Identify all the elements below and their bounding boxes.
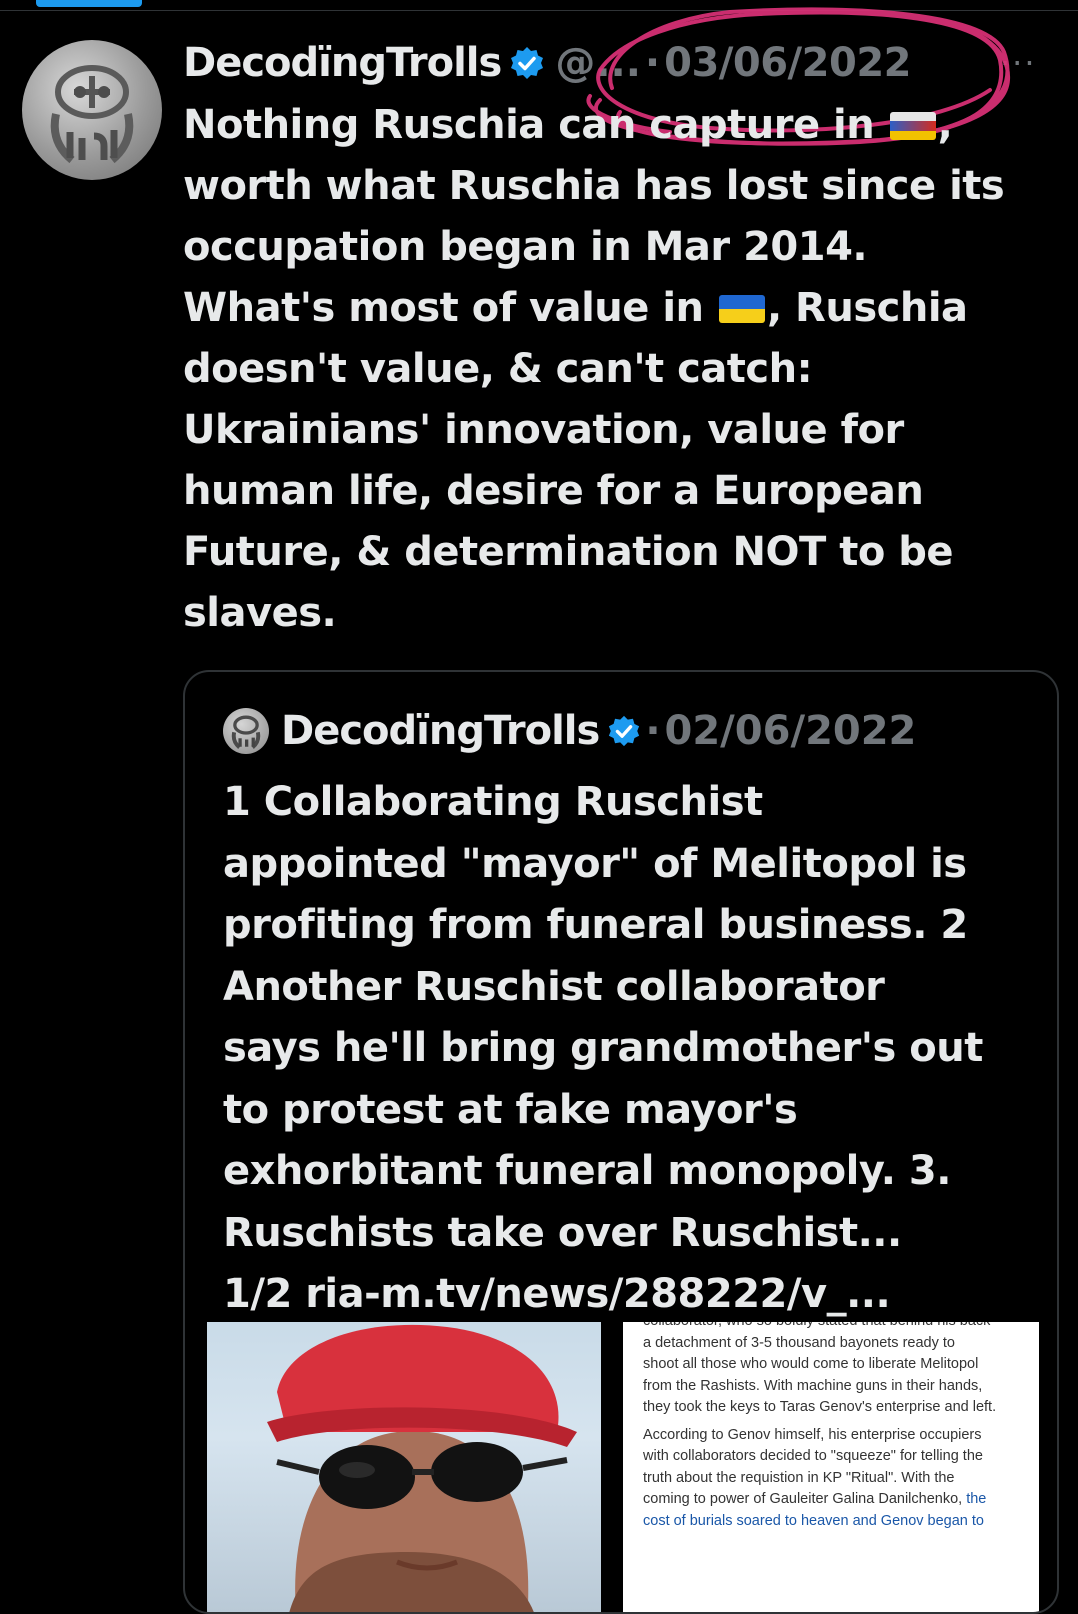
tweet-line: doesn't value, & can't catch: xyxy=(183,346,813,392)
tweet-line: occupation began in Mar 2014. xyxy=(183,224,868,270)
author-name[interactable]: DecodïngTrolls xyxy=(183,40,502,86)
article-line: According to Genov himself, his enterpri… xyxy=(643,1426,982,1443)
tweet-text: Nothing Ruschia can capture in , worth w… xyxy=(183,95,1053,644)
quoted-tweet-date: 02/06/2022 xyxy=(664,708,917,754)
quoted-tweet[interactable]: DecodïngTrolls · 02/06/2022 1 Collaborat… xyxy=(183,670,1059,1614)
tweet-line: What's most of value in , Ruschia xyxy=(183,285,968,331)
quoted-author-name: DecodïngTrolls xyxy=(281,708,600,754)
more-options-icon[interactable]: ··· xyxy=(1000,44,1037,82)
article-link[interactable]: the xyxy=(966,1491,986,1507)
flag-ukraine-russia-icon xyxy=(889,112,936,140)
separator-dot: · xyxy=(644,40,661,86)
photo-man-red-cap-icon xyxy=(267,1324,577,1612)
verified-badge-icon xyxy=(511,47,544,79)
tweet-line: human life, desire for a European xyxy=(183,468,924,514)
media-photo[interactable] xyxy=(207,1322,601,1612)
quoted-line: 1/2 ria-m.tv/news/288222/v_... xyxy=(223,1271,891,1317)
tab-indicator xyxy=(36,0,142,7)
quoted-line: to protest at fake mayor's xyxy=(223,1086,798,1133)
article-line: collaborator, who so boldly stated that … xyxy=(623,1322,1039,1333)
quoted-tweet-header: DecodïngTrolls · 02/06/2022 xyxy=(223,708,916,754)
flag-ukraine-icon xyxy=(718,295,765,323)
avatar[interactable] xyxy=(22,40,162,180)
quoted-line: Ruschists take over Ruschist... xyxy=(223,1209,902,1256)
tweet-line: Future, & determination NOT to be xyxy=(183,529,953,575)
quoted-line: says he'll bring grandmother's out xyxy=(223,1025,983,1071)
tweet-line: worth what Ruschia has lost since its xyxy=(183,163,1005,209)
logo-icon xyxy=(50,65,134,164)
article-line: a detachment of 3-5 thousand bayonets re… xyxy=(643,1334,955,1351)
separator-dot: · xyxy=(645,708,661,754)
tweet-date[interactable]: 03/06/2022 xyxy=(664,40,911,86)
logo-icon xyxy=(231,715,261,749)
article-link-line[interactable]: cost of burials soared to heaven and Gen… xyxy=(623,1511,1039,1533)
article-line: with collaborators decided to "squeeze" … xyxy=(643,1448,983,1464)
quoted-media[interactable]: collaborator, who so boldly stated that … xyxy=(185,1322,1057,1612)
quoted-line: profiting from funeral business. 2 xyxy=(223,902,968,948)
verified-badge-icon xyxy=(609,715,640,747)
author-handle[interactable]: @... xyxy=(555,40,641,86)
quoted-avatar xyxy=(223,708,269,754)
tweet-header: DecodïngTrolls @... · 03/06/2022 xyxy=(183,36,911,90)
quoted-line: appointed "mayor" of Melitopol is xyxy=(223,840,967,887)
tweet-line: Nothing Ruschia can capture in , xyxy=(183,102,953,148)
article-preview[interactable]: collaborator, who so boldly stated that … xyxy=(623,1322,1039,1612)
quoted-line: exhorbitant funeral monopoly. 3. xyxy=(223,1148,951,1194)
quoted-line: Another Ruschist collaborator xyxy=(223,963,885,1010)
quoted-tweet-text: 1 Collaborating Ruschist appointed "mayo… xyxy=(223,772,1043,1326)
article-line: from the Rashists. With machine guns in … xyxy=(643,1377,983,1394)
tweet-line: Ukrainians' innovation, value for xyxy=(183,407,904,453)
divider xyxy=(0,10,1078,11)
article-line: shoot all those who would come to libera… xyxy=(643,1356,979,1372)
tweet-line: slaves. xyxy=(183,590,337,636)
quoted-line: 1 Collaborating Ruschist xyxy=(223,779,763,825)
article-line: truth about the requistion in KP "Ritual… xyxy=(643,1469,955,1486)
article-line: they took the keys to Taras Genov's ente… xyxy=(643,1399,997,1415)
article-line: coming to power of Gauleiter Galina Dani… xyxy=(643,1491,987,1507)
